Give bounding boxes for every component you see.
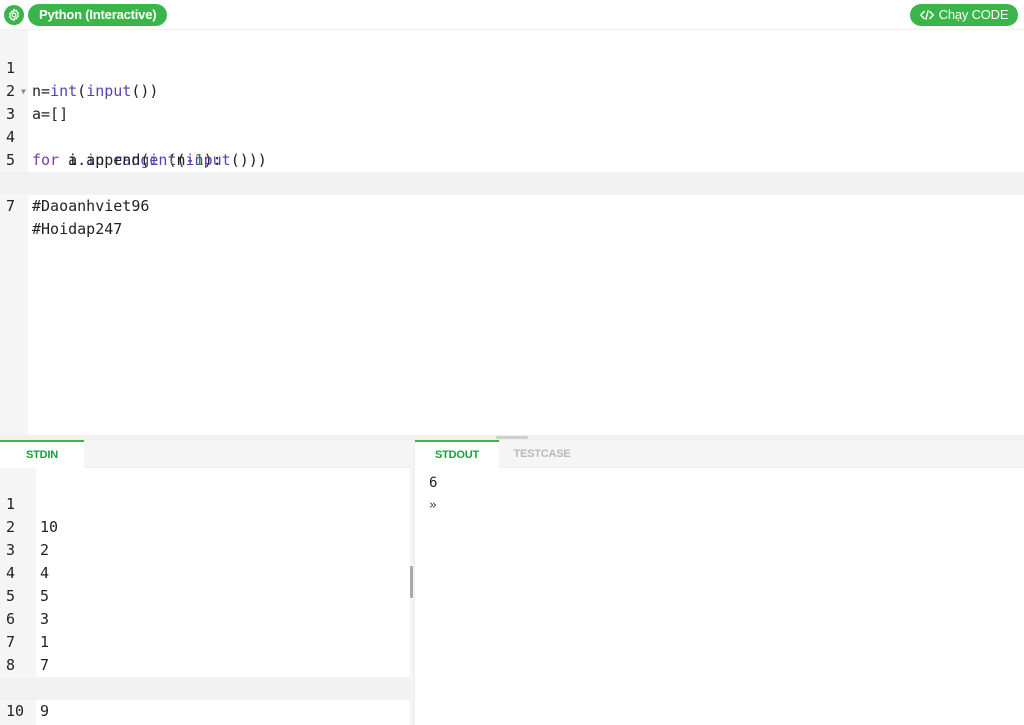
stdin-line[interactable]: 7 7	[0, 608, 410, 674]
resize-grip	[410, 566, 413, 598]
stdin-line[interactable]: 9 9	[0, 654, 410, 720]
run-code-label: Chạy CODE	[938, 7, 1009, 22]
output-tabbar: STDOUT TESTCASE	[415, 440, 1024, 468]
line-number: 7	[6, 197, 16, 215]
code-line[interactable]: 2 a=[]	[0, 57, 1024, 123]
line-number: 10	[6, 702, 25, 720]
stdin-value: 9	[40, 702, 50, 720]
code-line-active[interactable]: 7 #Hoidap247	[0, 172, 1024, 238]
code-brackets-icon	[919, 10, 934, 20]
code-comment: #Hoidap247	[32, 220, 123, 238]
code-line[interactable]: 5 print((int((n+1)*(n/2)))-sum(a))	[0, 126, 1024, 192]
stdin-line[interactable]: 8 8	[0, 631, 410, 697]
stdout-line: 6	[429, 475, 438, 491]
stdin-line[interactable]: 5 3	[0, 562, 410, 628]
run-code-button[interactable]: Chạy CODE	[910, 4, 1018, 26]
stdin-line[interactable]: 6 1	[0, 585, 410, 651]
code-line[interactable]: 4 a.append(int(input()))	[0, 103, 1024, 169]
resize-grip	[496, 436, 528, 439]
stdin-line[interactable]: 1 10	[0, 470, 410, 536]
stdin-pane: STDIN 1 10 2 2 3 4 4 5 5 3 6 1 7 7 8 8 9…	[0, 440, 410, 725]
stdin-line[interactable]: 2 2	[0, 493, 410, 559]
tab-stdout[interactable]: STDOUT	[415, 440, 499, 468]
stdin-line[interactable]: 3 4	[0, 516, 410, 582]
tab-testcase[interactable]: TESTCASE	[499, 440, 585, 468]
settings-button[interactable]	[4, 5, 24, 25]
code-line[interactable]: 1 n=int(input())	[0, 34, 1024, 100]
code-editor[interactable]: 1 n=int(input()) 2 a=[] 3 ▼ for i in ran…	[0, 30, 1024, 435]
code-line[interactable]: 6 #Daoanhviet96	[0, 149, 1024, 215]
fold-caret-icon[interactable]: ▼	[21, 80, 26, 103]
gear-icon	[8, 8, 20, 22]
code-comment: #Daoanhviet96	[32, 197, 150, 215]
tab-stdin[interactable]: STDIN	[0, 440, 84, 468]
stdin-line[interactable]: 4 5	[0, 539, 410, 605]
stdin-line-active[interactable]: 10 10	[0, 677, 410, 720]
language-selector[interactable]: Python (Interactive)	[28, 4, 168, 26]
output-pane: STDOUT TESTCASE 6 »	[414, 440, 1024, 725]
toolbar: Python (Interactive) Chạy CODE	[0, 0, 1024, 30]
code-line[interactable]: 3 ▼ for i in range (n-1):	[0, 80, 1024, 169]
stdout-prompt: »	[429, 498, 437, 513]
stdin-tabbar: STDIN	[0, 440, 410, 468]
